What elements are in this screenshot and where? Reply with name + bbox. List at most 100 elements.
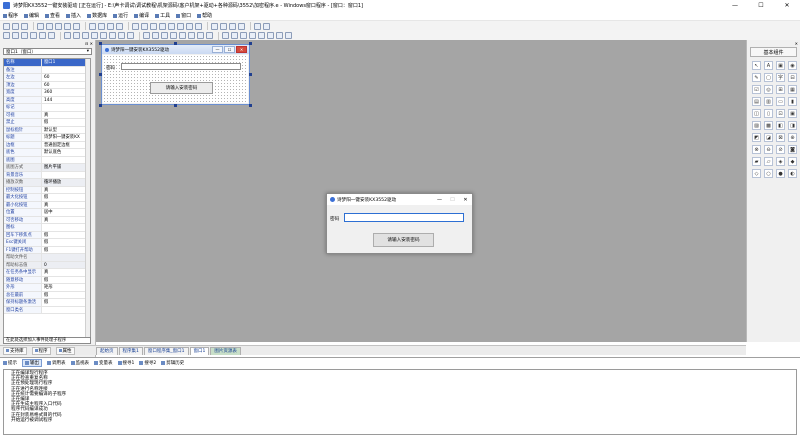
install-button[interactable]: 请输入安装密码 xyxy=(373,233,434,247)
property-row[interactable]: 顶边 60 xyxy=(4,81,90,89)
left-tab-2[interactable]: 属性 xyxy=(55,346,75,355)
toolbar-button-icon[interactable] xyxy=(231,32,238,39)
toolbar-button-icon[interactable] xyxy=(30,32,37,39)
property-row[interactable]: 备注 xyxy=(4,66,90,74)
component-tool-icon[interactable]: ▮ xyxy=(788,97,797,106)
menu-item-1[interactable]: 编辑 xyxy=(24,12,39,19)
toolbar-button-icon[interactable] xyxy=(55,22,62,30)
component-tool-icon[interactable]: ☑ xyxy=(752,85,761,94)
resize-handle[interactable] xyxy=(249,104,252,107)
property-value[interactable]: 居中 xyxy=(42,209,90,216)
property-value[interactable]: 假 xyxy=(42,292,90,299)
property-value[interactable]: 假 xyxy=(42,194,90,201)
toolbar-button-icon[interactable] xyxy=(222,32,229,39)
menu-item-6[interactable]: 编译 xyxy=(134,12,149,19)
component-tool-icon[interactable]: ⊘ xyxy=(776,145,785,154)
menu-item-5[interactable]: 运行 xyxy=(113,12,128,19)
toolbar-button-icon[interactable] xyxy=(254,22,261,30)
toolbar-button-icon[interactable] xyxy=(197,32,204,39)
property-value[interactable]: 真 xyxy=(42,269,90,276)
toolbar-button-icon[interactable] xyxy=(240,32,247,39)
resize-handle[interactable] xyxy=(99,73,102,76)
toolbar-button-icon[interactable] xyxy=(73,32,80,39)
designer-password-input[interactable] xyxy=(121,63,241,70)
toolbar-button-icon[interactable] xyxy=(46,22,53,30)
property-scrollbar[interactable] xyxy=(85,59,90,343)
property-row[interactable]: 名称 窗口1 xyxy=(4,59,90,67)
component-tool-icon[interactable]: ▢ xyxy=(764,73,773,82)
resize-handle[interactable] xyxy=(174,104,177,107)
component-tool-icon[interactable]: ▯ xyxy=(764,109,773,118)
toolbar-button-icon[interactable] xyxy=(159,22,166,30)
property-value[interactable] xyxy=(42,307,90,314)
property-value[interactable]: 假 xyxy=(42,232,90,239)
toolbar-button-icon[interactable] xyxy=(170,32,177,39)
resize-handle[interactable] xyxy=(249,42,252,45)
property-value[interactable]: 60 xyxy=(42,74,90,81)
property-value[interactable] xyxy=(42,157,90,164)
property-row[interactable]: 总在最前假 xyxy=(4,291,90,299)
property-row[interactable]: 高度 144 xyxy=(4,96,90,104)
toolbox-close-icon[interactable]: ✕ xyxy=(795,41,798,46)
output-tab-4[interactable]: 变量表 xyxy=(94,360,113,366)
left-tab-1[interactable]: 程序 xyxy=(31,346,51,355)
property-value[interactable]: 假 xyxy=(42,247,90,254)
property-row[interactable]: 随意移动假 xyxy=(4,276,90,284)
toolbar-button-icon[interactable] xyxy=(161,32,168,39)
toolbar-button-icon[interactable] xyxy=(82,32,89,39)
output-tab-3[interactable]: 监视表 xyxy=(70,360,89,366)
property-row[interactable]: 帮助文件名 xyxy=(4,254,90,262)
property-row[interactable]: 最小化按钮真 xyxy=(4,201,90,209)
property-value[interactable]: 普通固定边框 xyxy=(42,142,90,149)
property-row[interactable]: 帮助标志值 0 xyxy=(4,261,90,269)
component-tool-icon[interactable]: ⊠ xyxy=(776,133,785,142)
component-tool-icon[interactable]: ⊕ xyxy=(788,133,797,142)
running-close-button[interactable]: ✕ xyxy=(459,194,472,205)
component-tool-icon[interactable]: ▰ xyxy=(752,157,761,166)
component-tool-icon[interactable]: ◉ xyxy=(788,61,797,70)
doc-tab-2[interactable]: 窗口程序集_窗口1 xyxy=(143,347,189,355)
toolbar-button-icon[interactable] xyxy=(91,32,98,39)
property-row[interactable]: 底图方式 图片平铺 xyxy=(4,164,90,172)
property-value[interactable]: 真 xyxy=(42,112,90,119)
property-value[interactable]: 60 xyxy=(42,82,90,89)
component-tool-icon[interactable]: ◙ xyxy=(788,145,797,154)
toolbar-button-icon[interactable] xyxy=(3,32,10,39)
component-tool-icon[interactable]: ▩ xyxy=(764,121,773,130)
toolbar-button-icon[interactable] xyxy=(249,32,256,39)
component-tool-icon[interactable]: ◨ xyxy=(788,121,797,130)
component-tool-icon[interactable]: ◆ xyxy=(788,157,797,166)
component-tool-icon[interactable]: ◐ xyxy=(788,169,797,178)
left-tab-0[interactable]: 支持库 xyxy=(3,346,27,355)
component-tool-icon[interactable]: ▤ xyxy=(752,97,761,106)
toolbar-button-icon[interactable] xyxy=(39,32,46,39)
component-tool-icon[interactable]: ⊞ xyxy=(776,85,785,94)
property-row[interactable]: 背景音乐 xyxy=(4,171,90,179)
designer-minimize-button[interactable]: — xyxy=(212,46,223,53)
menu-item-8[interactable]: 窗口 xyxy=(176,12,191,19)
property-row[interactable]: 窗口类名 xyxy=(4,306,90,314)
property-row[interactable]: 控制按钮真 xyxy=(4,186,90,194)
maximize-button[interactable]: ☐ xyxy=(748,0,774,10)
toolbar-button-icon[interactable] xyxy=(73,22,80,30)
doc-tab-1[interactable]: 程序集1 xyxy=(118,347,143,355)
doc-tab-4[interactable]: 图片资源表 xyxy=(210,347,241,355)
event-handler-selector[interactable]: 在此处选择加入事件处理子程序 xyxy=(3,337,91,344)
property-row[interactable]: 保持标题条激活假 xyxy=(4,299,90,307)
toolbar-button-icon[interactable] xyxy=(188,32,195,39)
running-minimize-button[interactable]: — xyxy=(433,194,446,205)
menu-item-2[interactable]: 查看 xyxy=(45,12,60,19)
toolbar-button-icon[interactable] xyxy=(168,22,175,30)
toolbar-button-icon[interactable] xyxy=(109,32,116,39)
designer-install-button[interactable]: 请输入安装密码 xyxy=(150,82,213,94)
output-tab-5[interactable]: 搜寻1 xyxy=(117,360,134,366)
component-tool-icon[interactable]: ⊖ xyxy=(764,145,773,154)
toolbar-button-icon[interactable] xyxy=(3,22,10,30)
output-tab-1[interactable]: 输出 xyxy=(22,358,42,367)
designer-close-button[interactable]: ✕ xyxy=(236,46,247,53)
property-value[interactable]: 真 xyxy=(42,217,90,224)
toolbar-button-icon[interactable] xyxy=(107,22,114,30)
property-value[interactable]: 假 xyxy=(42,277,90,284)
password-input[interactable] xyxy=(344,213,464,222)
output-tab-7[interactable]: 剪辑历史 xyxy=(161,360,184,366)
